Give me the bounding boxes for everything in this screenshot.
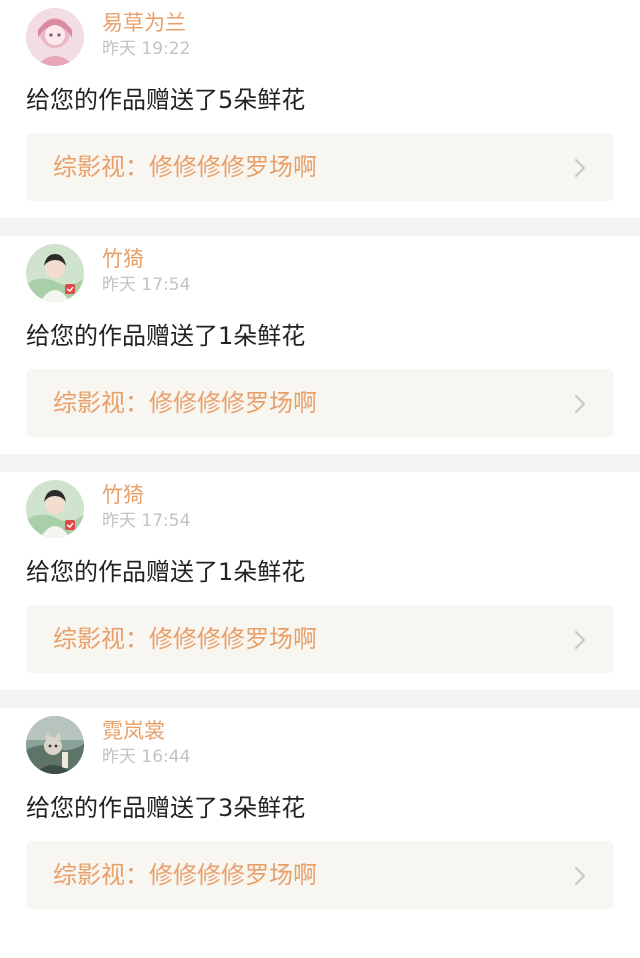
notification-card: 竹猗 昨天 17:54 给您的作品赠送了1朵鲜花 综影视：修修修修罗场啊 [0, 236, 640, 454]
username[interactable]: 易草为兰 [102, 10, 186, 36]
work-link[interactable]: 综影视：修修修修罗场啊 [26, 841, 614, 909]
user-avatar[interactable] [26, 8, 84, 66]
chevron-right-icon [574, 630, 586, 650]
work-title: 综影视：修修修修罗场啊 [53, 389, 317, 417]
timestamp: 昨天 17:54 [102, 511, 191, 531]
notification-card: 易草为兰 昨天 19:22 给您的作品赠送了5朵鲜花 综影视：修修修修罗场啊 [0, 0, 640, 218]
notification-feed: 易草为兰 昨天 19:22 给您的作品赠送了5朵鲜花 综影视：修修修修罗场啊 竹… [0, 0, 640, 926]
user-avatar[interactable] [26, 716, 84, 774]
work-title: 综影视：修修修修罗场啊 [53, 861, 317, 889]
gift-message: 给您的作品赠送了5朵鲜花 [26, 86, 306, 114]
work-link[interactable]: 综影视：修修修修罗场啊 [26, 605, 614, 673]
work-title: 综影视：修修修修罗场啊 [53, 625, 317, 653]
gift-message: 给您的作品赠送了1朵鲜花 [26, 322, 306, 350]
card-separator [0, 454, 640, 472]
chevron-right-icon [574, 866, 586, 886]
card-separator [0, 690, 640, 708]
user-avatar[interactable] [26, 244, 84, 302]
timestamp: 昨天 17:54 [102, 275, 191, 295]
card-separator [0, 218, 640, 236]
username[interactable]: 霓岚裳 [102, 718, 165, 744]
work-link[interactable]: 综影视：修修修修罗场啊 [26, 133, 614, 201]
work-title: 综影视：修修修修罗场啊 [53, 153, 317, 181]
work-link[interactable]: 综影视：修修修修罗场啊 [26, 369, 614, 437]
gift-message: 给您的作品赠送了1朵鲜花 [26, 558, 306, 586]
user-avatar[interactable] [26, 480, 84, 538]
chevron-right-icon [574, 158, 586, 178]
notification-card: 竹猗 昨天 17:54 给您的作品赠送了1朵鲜花 综影视：修修修修罗场啊 [0, 472, 640, 690]
gift-message: 给您的作品赠送了3朵鲜花 [26, 794, 306, 822]
timestamp: 昨天 19:22 [102, 39, 191, 59]
username[interactable]: 竹猗 [102, 482, 144, 508]
chevron-right-icon [574, 394, 586, 414]
username[interactable]: 竹猗 [102, 246, 144, 272]
timestamp: 昨天 16:44 [102, 747, 191, 767]
notification-card: 霓岚裳 昨天 16:44 给您的作品赠送了3朵鲜花 综影视：修修修修罗场啊 [0, 708, 640, 926]
